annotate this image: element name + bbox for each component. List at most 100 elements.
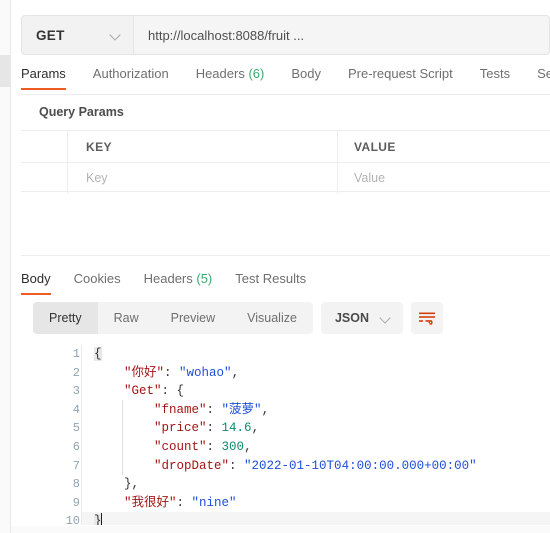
key-input-placeholder: Key — [86, 171, 108, 185]
view-mode-segmented-control: Pretty Raw Preview Visualize — [33, 302, 313, 334]
value-input-cell[interactable]: Value — [338, 163, 550, 194]
tab-pre-request-script[interactable]: Pre-request Script — [348, 63, 453, 90]
code-line-content[interactable]: { — [81, 345, 550, 364]
tab-settings[interactable]: Setti — [537, 63, 550, 90]
left-scrollbar-thumb[interactable] — [0, 55, 10, 87]
view-mode-visualize[interactable]: Visualize — [231, 302, 313, 334]
code-key: "price" — [154, 421, 207, 436]
http-method-select[interactable]: GET — [21, 15, 134, 55]
left-scrollbar-track[interactable] — [0, 0, 10, 533]
code-line: 6 "count": 300, — [22, 437, 550, 457]
tab-headers-count: (6) — [248, 66, 265, 81]
column-header-key: KEY — [68, 131, 338, 162]
chevron-down-icon — [111, 30, 121, 40]
code-brace: } — [124, 477, 132, 492]
line-number: 9 — [72, 495, 80, 510]
table-row: Key Value — [21, 162, 550, 194]
url-input[interactable]: http://localhost:8088/fruit ... — [134, 15, 550, 55]
view-mode-raw[interactable]: Raw — [98, 302, 155, 334]
response-tab-body[interactable]: Body — [21, 268, 51, 295]
code-separator: : — [229, 458, 245, 473]
line-number: 1 — [72, 347, 80, 361]
code-key: "Get" — [124, 384, 162, 399]
request-response-divider — [21, 255, 550, 256]
query-params-title: Query Params — [39, 105, 124, 119]
value-input-placeholder: Value — [354, 171, 386, 185]
code-line: 9 "我很好": "nine" — [22, 493, 550, 513]
column-header-value-label: VALUE — [354, 139, 396, 154]
code-line: 5 "price": 14.6, — [22, 419, 550, 438]
code-key: "我很好" — [124, 495, 177, 510]
code-key: "你好" — [124, 365, 165, 380]
tab-pre-request-script-label: Pre-request Script — [347, 66, 453, 81]
select-all-checkbox-cell[interactable] — [21, 131, 68, 162]
column-header-key-label: KEY — [86, 139, 112, 154]
view-mode-preview[interactable]: Preview — [155, 302, 231, 334]
tab-params-label: Params — [21, 66, 66, 81]
code-line: 1 { — [22, 345, 550, 364]
response-tab-headers[interactable]: Headers (5) — [144, 268, 213, 295]
code-line-content[interactable]: "fname": "菠萝", — [81, 400, 550, 420]
code-separator: : — [206, 402, 222, 417]
code-line-content[interactable]: "我很好": "nine" — [81, 493, 550, 513]
chevron-down-icon — [381, 313, 391, 323]
code-line-content[interactable]: }, — [81, 475, 550, 494]
response-tab-cookies-label: Cookies — [73, 271, 121, 286]
code-line-content[interactable]: "price": 14.6, — [81, 419, 550, 438]
code-line-content[interactable]: "count": 300, — [81, 437, 550, 457]
url-text: http://localhost:8088/fruit ... — [148, 27, 305, 43]
response-body-editor[interactable]: 1 { 2 "你好": "wohao", 3 "Get": { 4 "fname… — [22, 345, 550, 525]
key-input-cell[interactable]: Key — [68, 162, 338, 194]
code-line-content[interactable]: "Get": { — [81, 382, 550, 401]
code-string: "菠萝" — [221, 402, 262, 417]
table-header-row: KEY VALUE — [21, 131, 550, 162]
code-comma: , — [261, 402, 270, 417]
code-line: 7 "dropDate": "2022-01-10T04:00:00.000+0… — [22, 456, 550, 476]
code-line: 3 "Get": { — [22, 382, 550, 401]
request-tabs-divider — [21, 94, 550, 95]
response-tab-test-results[interactable]: Test Results — [235, 268, 306, 295]
response-tab-body-label: Body — [21, 271, 51, 286]
line-number: 4 — [72, 402, 80, 417]
code-number: 14.6 — [221, 421, 252, 436]
code-brace: { — [94, 347, 102, 361]
tab-authorization[interactable]: Authorization — [93, 63, 169, 90]
tab-body[interactable]: Body — [291, 63, 321, 90]
tab-tests[interactable]: Tests — [480, 63, 510, 90]
code-key: "count" — [154, 439, 207, 454]
tab-settings-label: Setti — [537, 66, 550, 81]
code-line-content[interactable]: "你好": "wohao", — [81, 363, 550, 383]
query-params-table: KEY VALUE Key Value — [21, 130, 550, 194]
code-separator: : — [176, 495, 192, 510]
word-wrap-icon — [418, 312, 435, 325]
response-tab-cookies[interactable]: Cookies — [74, 268, 121, 295]
code-separator: : — [164, 365, 180, 380]
view-mode-raw-label: Raw — [113, 311, 139, 325]
code-separator: : — [206, 439, 222, 454]
response-format-select[interactable]: JSON — [320, 302, 403, 334]
word-wrap-button[interactable] — [411, 302, 443, 334]
code-line-content[interactable]: "dropDate": "2022-01-10T04:00:00.000+00:… — [81, 456, 550, 476]
code-brace: { — [176, 384, 185, 399]
tab-params[interactable]: Params — [21, 63, 66, 90]
view-mode-visualize-label: Visualize — [247, 311, 297, 325]
tab-headers[interactable]: Headers (6) — [196, 63, 265, 90]
editor-bottom-edge — [11, 526, 550, 533]
line-number: 10 — [65, 514, 80, 525]
row-checkbox-cell[interactable] — [21, 162, 68, 194]
code-line: 2 "你好": "wohao", — [22, 363, 550, 383]
code-comma: , — [131, 477, 140, 492]
code-key: "fname" — [154, 402, 207, 417]
view-mode-pretty[interactable]: Pretty — [33, 302, 98, 334]
tab-tests-label: Tests — [479, 66, 511, 81]
code-line-content[interactable]: } — [81, 512, 550, 525]
line-number: 8 — [72, 477, 80, 492]
column-header-value: VALUE — [338, 131, 550, 162]
tab-authorization-label: Authorization — [92, 66, 169, 81]
code-separator: : — [161, 384, 177, 399]
